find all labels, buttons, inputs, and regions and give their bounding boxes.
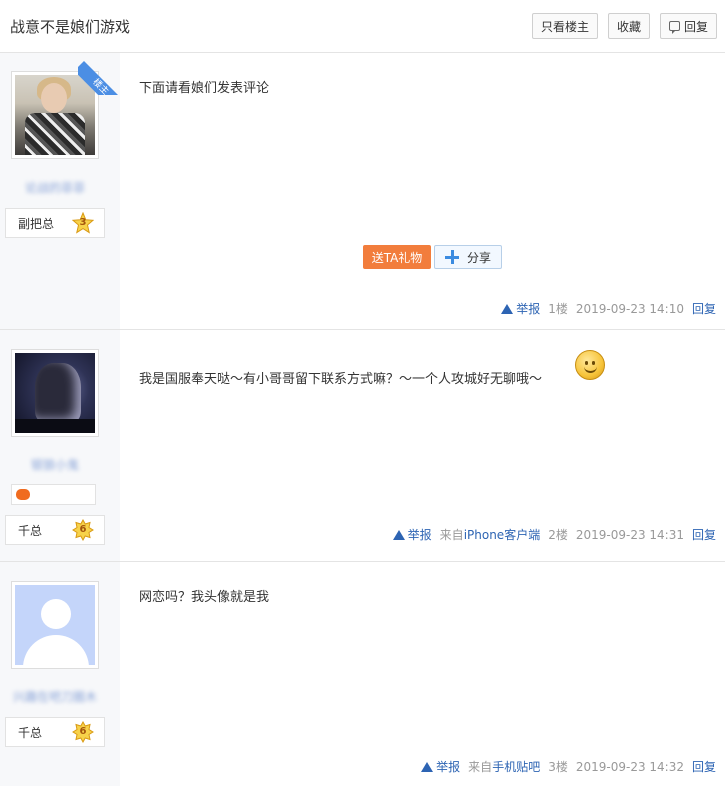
- report-label: 举报: [436, 760, 461, 774]
- rank-label: 千总: [18, 725, 43, 740]
- source-client-link[interactable]: iPhone客户端: [464, 528, 541, 542]
- avatar[interactable]: [11, 349, 99, 437]
- reply-button[interactable]: 回复: [659, 13, 717, 39]
- username[interactable]: 银狼小鬼: [0, 456, 110, 473]
- level-number: 3: [79, 217, 87, 228]
- post-content: 我是国服奉天哒～有小哥哥留下联系方式嘛？～一个人攻城好无聊哦～ 举报 来自iPh…: [120, 330, 725, 561]
- warning-icon: [501, 303, 514, 314]
- post-time: 2019-09-23 14:31: [575, 527, 684, 542]
- reply-button-label: 回复: [683, 19, 708, 34]
- warning-icon: [392, 529, 405, 540]
- level-star-icon: 6: [72, 518, 94, 542]
- username[interactable]: 论战的菲菲: [0, 179, 110, 196]
- share-plus-icon: [444, 250, 459, 264]
- report-label: 举报: [407, 528, 432, 542]
- post-floor-3: 兴趣在吧刀圈木 千总 6 网恋吗？我头像就是我 举报 来自手机贴吧 3楼 201…: [0, 562, 725, 786]
- post-floor-1: 论战的菲菲 副把总 3 楼主 下面请看娘们发表评论 送TA礼物 分享 举报 1楼…: [0, 53, 725, 330]
- username[interactable]: 兴趣在吧刀圈木: [0, 688, 110, 705]
- avatar-image: [15, 353, 95, 433]
- report-link[interactable]: 举报: [392, 526, 432, 543]
- op-tag: 楼主: [78, 61, 120, 95]
- share-label: 分享: [466, 250, 491, 265]
- post-source: 来自iPhone客户端: [440, 526, 541, 543]
- post-time: 2019-09-23 14:32: [575, 759, 684, 774]
- level-number: 6: [79, 524, 87, 535]
- level-star-icon: 6: [72, 720, 94, 744]
- post-text: 网恋吗？我头像就是我: [139, 590, 270, 605]
- author-panel: 银狼小鬼 千总 6: [0, 330, 120, 561]
- level-star-icon: 3: [71, 211, 95, 234]
- op-ribbon: 楼主: [78, 53, 120, 95]
- post-text: 我是国服奉天哒～有小哥哥留下联系方式嘛？～一个人攻城好无聊哦～: [139, 372, 543, 387]
- post-meta: 举报 来自iPhone客户端 2楼 2019-09-23 14:31 回复: [392, 526, 716, 543]
- reply-link[interactable]: 回复: [692, 758, 716, 775]
- source-prefix: 来自: [439, 528, 464, 542]
- share-button[interactable]: 分享: [434, 245, 502, 269]
- thread-header: 战意不是娘们游戏 只看楼主 收藏 回复: [0, 0, 725, 53]
- rank-badge[interactable]: 千总 6: [5, 515, 105, 545]
- post-time: 2019-09-23 14:10: [575, 301, 684, 316]
- rank-label: 千总: [18, 523, 43, 538]
- author-panel: 论战的菲菲 副把总 3 楼主: [0, 53, 120, 329]
- favorite-button[interactable]: 收藏: [607, 13, 650, 39]
- floor-number: 1楼: [548, 302, 568, 316]
- thread-title: 战意不是娘们游戏: [10, 17, 131, 36]
- rank-badge[interactable]: 副把总 3: [5, 208, 105, 238]
- post-floor-2: 银狼小鬼 千总 6 我是国服奉天哒～有小哥哥留下联系方式嘛？～一个人攻城好无聊哦…: [0, 330, 725, 562]
- post-meta: 举报 1楼 2019-09-23 14:10 回复: [501, 300, 716, 317]
- gamepad-icon: [16, 489, 30, 500]
- floor-number: 3楼: [548, 760, 568, 774]
- post-text: 下面请看娘们发表评论: [139, 81, 270, 96]
- author-panel: 兴趣在吧刀圈木 千总 6: [0, 562, 120, 786]
- report-link[interactable]: 举报: [501, 300, 540, 317]
- floor-number: 2楼: [548, 528, 568, 542]
- rank-label: 副把总: [18, 216, 55, 231]
- reply-link[interactable]: 回复: [692, 526, 716, 543]
- default-avatar-image: [15, 585, 95, 665]
- only-op-button[interactable]: 只看楼主: [531, 13, 598, 39]
- reply-link[interactable]: 回复: [692, 300, 716, 317]
- source-prefix: 来自: [468, 760, 493, 774]
- smiley-emoji-icon: [575, 350, 605, 380]
- comment-icon: [668, 21, 680, 34]
- source-client-link[interactable]: 手机贴吧: [492, 760, 540, 774]
- post-content: 下面请看娘们发表评论 送TA礼物 分享 举报 1楼 2019-09-23 14:…: [120, 53, 725, 329]
- report-link[interactable]: 举报: [421, 758, 460, 775]
- post-content: 网恋吗？我头像就是我 举报 来自手机贴吧 3楼 2019-09-23 14:32…: [120, 562, 725, 786]
- avatar[interactable]: [11, 581, 99, 669]
- game-badge[interactable]: [11, 484, 96, 505]
- send-gift-button[interactable]: 送TA礼物: [363, 245, 431, 269]
- report-label: 举报: [516, 302, 541, 316]
- post-source: 来自手机贴吧: [468, 758, 540, 775]
- level-number: 6: [79, 726, 87, 737]
- post-meta: 举报 来自手机贴吧 3楼 2019-09-23 14:32 回复: [421, 758, 716, 775]
- warning-icon: [421, 761, 434, 772]
- rank-badge[interactable]: 千总 6: [5, 717, 105, 747]
